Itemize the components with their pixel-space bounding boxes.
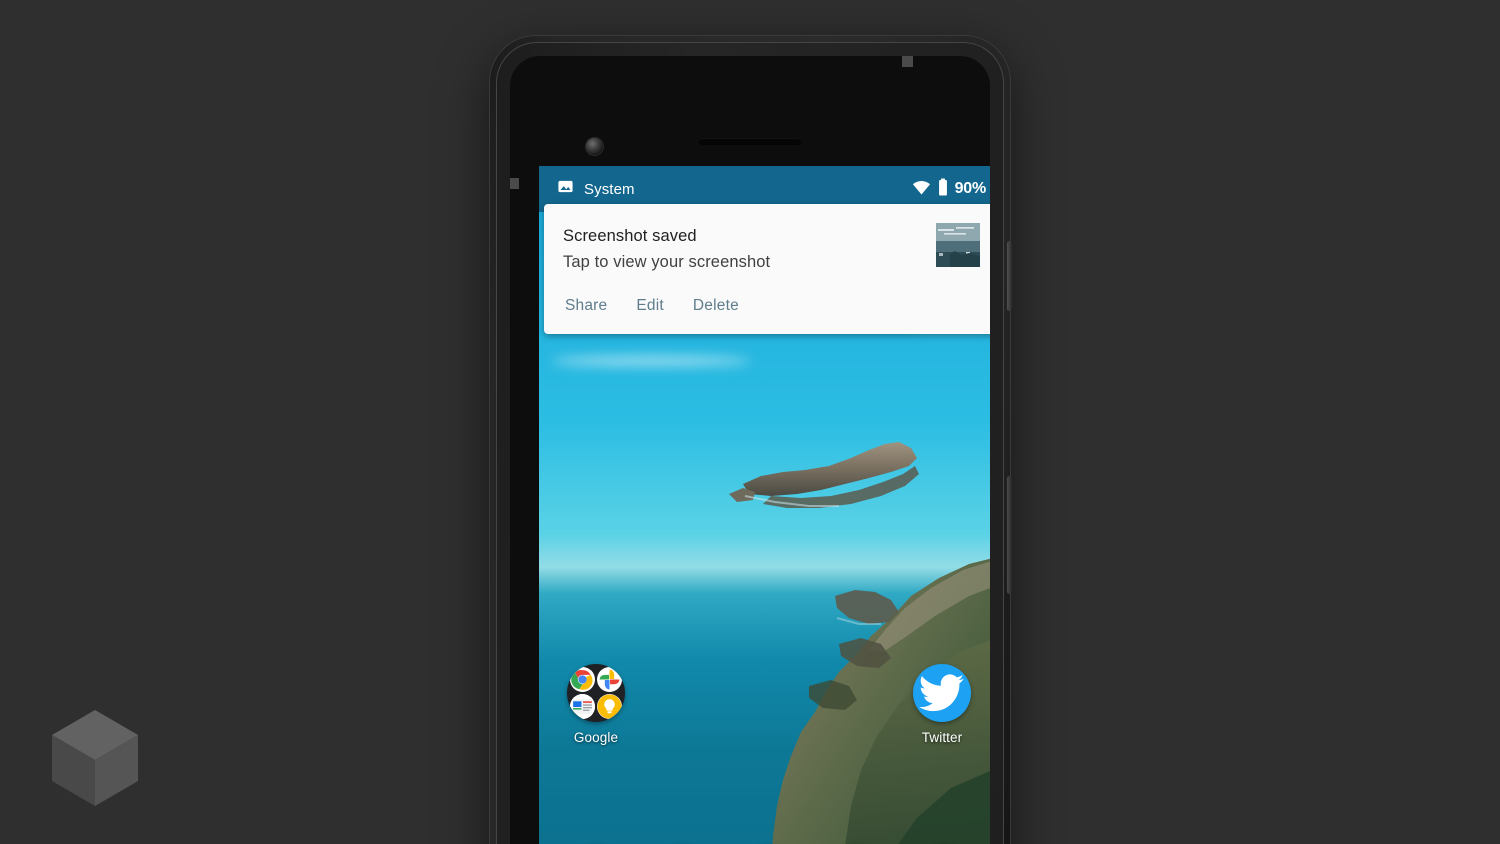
chrome-icon	[570, 667, 595, 692]
app-twitter[interactable]: Twitter	[899, 664, 985, 745]
phone-inner-frame: Google Twitter System 90% Screenshot sav…	[496, 42, 1004, 844]
phone-screen: Google Twitter System 90% Screenshot sav…	[539, 166, 990, 844]
notification-title: Screenshot saved	[563, 227, 697, 245]
delete-action[interactable]: Delete	[686, 291, 751, 327]
status-bar-left: System	[557, 178, 912, 200]
wifi-icon	[912, 179, 931, 200]
screenshot-thumbnail[interactable]	[936, 223, 980, 267]
image-icon	[557, 178, 574, 200]
edit-action[interactable]: Edit	[629, 291, 676, 327]
earpiece-speaker	[698, 138, 802, 145]
power-button[interactable]	[1007, 241, 1012, 311]
phone-device: Google Twitter System 90% Screenshot sav…	[490, 36, 1012, 844]
app-label: Twitter	[921, 730, 963, 745]
battery-icon	[938, 177, 948, 201]
notification-actions: Share Edit Delete	[558, 291, 980, 327]
app-google-folder[interactable]: Google	[553, 664, 639, 745]
twitter-icon[interactable]	[913, 664, 971, 722]
app-label: Google	[573, 730, 619, 745]
watermark-cube-logo	[52, 710, 138, 806]
front-camera	[586, 138, 603, 155]
status-bar-app-label: System	[584, 180, 635, 198]
antenna-line-top	[902, 56, 913, 67]
battery-percent: 90%	[954, 180, 987, 197]
antenna-line-left	[510, 178, 519, 189]
news-icon	[570, 694, 595, 719]
dock: S	[539, 832, 990, 844]
phone-bezel: Google Twitter System 90% Screenshot sav…	[510, 56, 990, 844]
volume-rocker[interactable]	[1007, 476, 1012, 594]
status-bar-right: 90%	[912, 177, 987, 201]
notification-card[interactable]: Screenshot saved Tap to view your screen…	[544, 204, 990, 335]
share-action[interactable]: Share	[558, 291, 619, 327]
keep-icon	[597, 694, 622, 719]
notification-text: Screenshot saved Tap to view your screen…	[563, 226, 924, 272]
folder-icon[interactable]	[567, 664, 625, 722]
photos-icon	[597, 667, 622, 692]
notification-body: Tap to view your screenshot	[563, 252, 771, 271]
notification-content: Screenshot saved Tap to view your screen…	[563, 223, 980, 272]
